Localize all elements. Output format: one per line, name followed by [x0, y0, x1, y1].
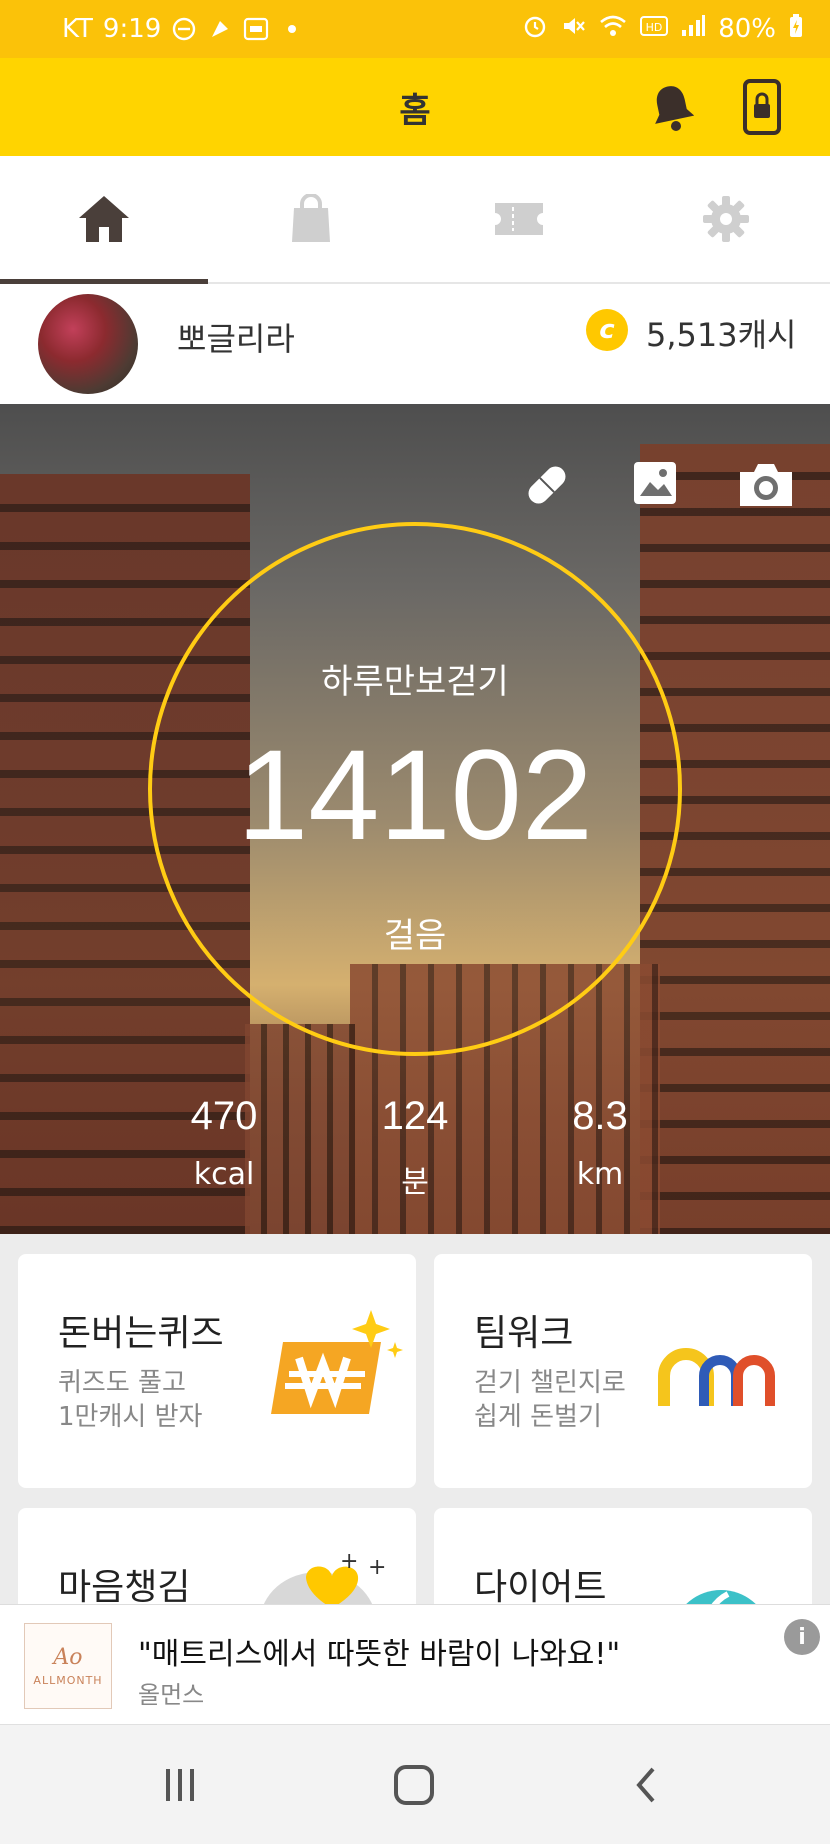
card-title: 팀워크 — [474, 1313, 574, 1354]
battery-charging-icon — [788, 13, 804, 46]
ad-headline: "매트리스에서 따뜻한 바람이 나와요!" — [138, 1637, 621, 1672]
svg-text:HD: HD — [646, 21, 663, 34]
status-bar: KT 9:19 HD 80% — [0, 0, 830, 58]
stat-calories-value: 470 — [190, 1094, 258, 1138]
step-hero: 하루만보걷기 14102 걸음 470 kcal 124 분 8.3 km — [0, 404, 830, 1234]
card-title: 마음챙김 — [58, 1567, 191, 1608]
page-title: 홈 — [399, 90, 431, 131]
stat-calories: 470 kcal — [144, 1094, 304, 1192]
stat-minutes: 124 분 — [335, 1094, 495, 1201]
goal-label: 하루만보걷기 — [321, 662, 509, 702]
username: 뽀글리라 — [177, 320, 295, 358]
app-notification-icon — [243, 16, 269, 42]
notification-icon — [207, 16, 233, 42]
stat-distance-value: 8.3 — [572, 1094, 628, 1138]
gallery-icon[interactable] — [632, 460, 678, 510]
tab-ticket[interactable] — [415, 156, 623, 282]
card-subtitle: 걷기 챌린지로 쉽게 돈벌기 — [474, 1366, 626, 1434]
dot-icon — [279, 16, 305, 42]
alarm-icon — [522, 13, 548, 46]
home-icon — [78, 196, 129, 242]
card-money-quiz[interactable]: 돈버는퀴즈 퀴즈도 풀고 1만캐시 받자 — [18, 1254, 416, 1488]
gear-icon — [703, 196, 750, 242]
system-nav-bar — [0, 1724, 830, 1844]
bell-icon[interactable] — [650, 82, 695, 132]
step-unit: 걸음 — [383, 916, 447, 956]
card-teamwork[interactable]: 팀워크 걷기 챌린지로 쉽게 돈벌기 — [434, 1254, 812, 1488]
card-title: 다이어트 — [474, 1567, 607, 1608]
tab-shop[interactable] — [208, 156, 416, 282]
tab-bar — [0, 156, 830, 284]
advertiser-logo: Ao ALLMONTH — [24, 1623, 112, 1709]
ad-info-icon[interactable]: i — [784, 1619, 820, 1655]
do-not-disturb-icon — [171, 16, 197, 42]
card-subtitle-line: 퀴즈도 풀고 — [58, 1368, 186, 1398]
advertiser-logo-mark: Ao — [53, 1645, 83, 1670]
back-chevron-icon — [636, 1767, 655, 1803]
coin-icon: c — [586, 309, 628, 351]
advertiser-logo-text: ALLMONTH — [33, 1674, 103, 1687]
avatar[interactable] — [38, 294, 138, 394]
mute-icon — [560, 13, 586, 46]
cash-balance[interactable]: 5,513캐시 — [646, 310, 797, 356]
teamwork-arches-icon — [658, 1348, 775, 1406]
home-button[interactable] — [384, 1755, 444, 1815]
recent-apps-button[interactable] — [150, 1755, 210, 1815]
battery-percent: 80% — [718, 14, 776, 44]
signal-icon — [680, 14, 706, 45]
ad-advertiser: 올먼스 — [138, 1681, 205, 1709]
feature-grid: 돈버는퀴즈 퀴즈도 풀고 1만캐시 받자 팀워크 걷기 챌린지로 쉽게 돈벌기 … — [0, 1234, 830, 1628]
card-subtitle: 퀴즈도 풀고 1만캐시 받자 — [58, 1366, 202, 1434]
card-title: 돈버는퀴즈 — [58, 1313, 224, 1354]
stat-distance: 8.3 km — [520, 1094, 680, 1192]
camera-icon[interactable] — [736, 460, 796, 514]
recent-apps-icon — [166, 1769, 194, 1801]
home-square-icon — [394, 1765, 434, 1805]
pill-icon[interactable] — [522, 460, 572, 514]
wifi-icon — [598, 13, 628, 46]
card-subtitle-line: 걷기 챌린지로 — [474, 1368, 626, 1398]
svg-text:+: + — [340, 1549, 358, 1574]
won-coin-icon — [271, 1310, 403, 1414]
step-count: 14102 — [237, 724, 593, 867]
ad-banner[interactable]: Ao ALLMONTH "매트리스에서 따뜻한 바람이 나와요!" 올먼스 i — [0, 1604, 830, 1724]
ticket-icon — [494, 203, 543, 235]
shopping-bag-icon — [292, 194, 331, 242]
card-subtitle-line: 쉽게 돈벌기 — [474, 1402, 602, 1432]
phone-lock-icon[interactable] — [742, 78, 782, 136]
tab-settings[interactable] — [623, 156, 830, 282]
stat-minutes-unit: 분 — [401, 1165, 429, 1200]
back-button[interactable] — [616, 1755, 676, 1815]
hd-icon: HD — [640, 14, 669, 45]
app-header: 홈 — [0, 58, 830, 156]
svg-text:+: + — [368, 1555, 386, 1580]
stat-minutes-value: 124 — [381, 1094, 449, 1138]
carrier-label: KT — [62, 14, 93, 44]
tab-home[interactable] — [0, 156, 208, 284]
stat-calories-unit: kcal — [193, 1157, 255, 1192]
card-subtitle-line: 1만캐시 받자 — [58, 1402, 203, 1432]
stat-distance-unit: km — [576, 1157, 624, 1192]
clock: 9:19 — [102, 14, 162, 44]
